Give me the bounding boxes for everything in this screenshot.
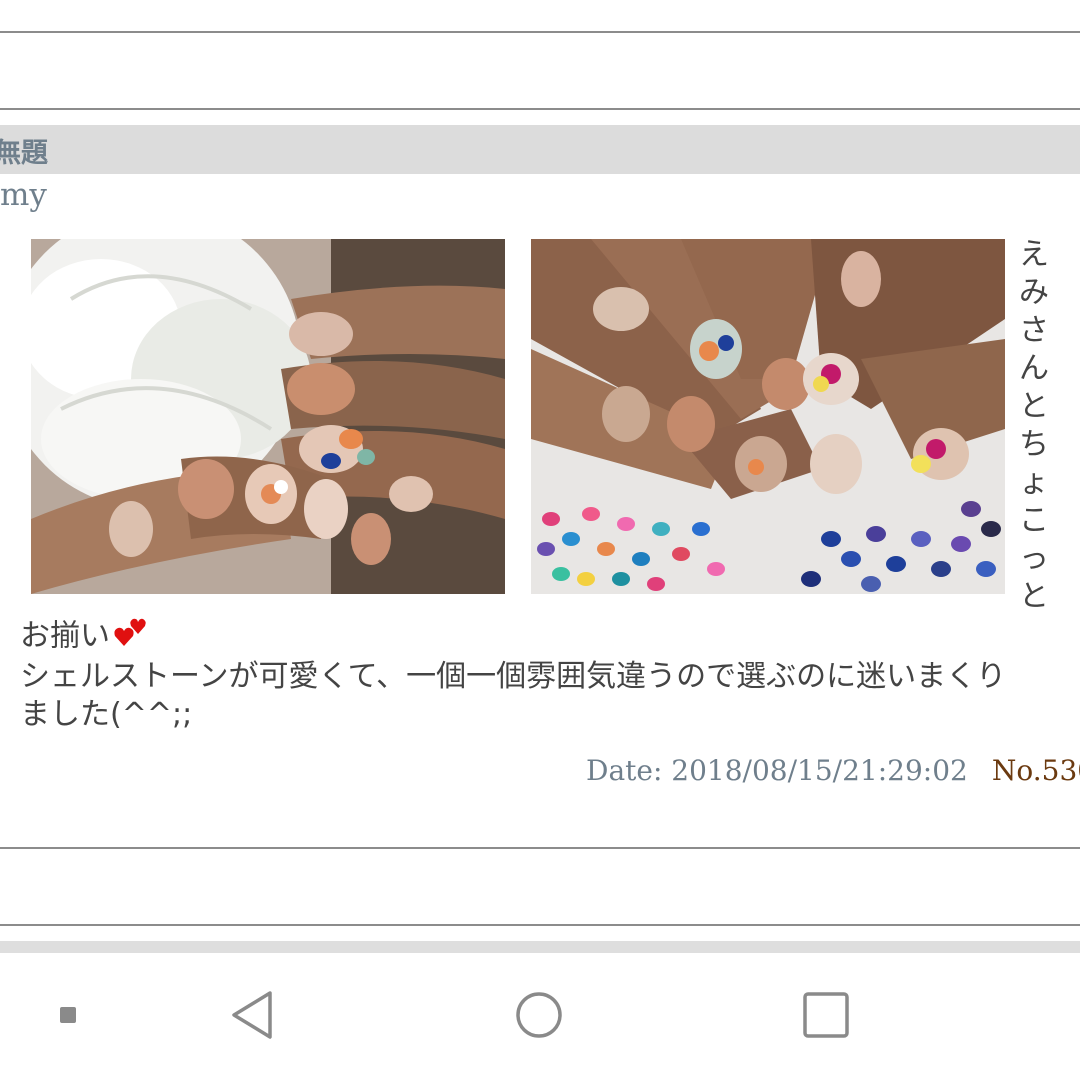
caption-char: さ bbox=[1019, 313, 1049, 348]
home-circle-icon[interactable] bbox=[509, 953, 569, 1077]
body-text-omoroi: お揃い bbox=[20, 618, 110, 654]
body-line-1: お揃い bbox=[20, 616, 1080, 658]
caption-char: ち bbox=[1019, 427, 1049, 462]
post-number-link[interactable]: No.530 bbox=[992, 754, 1080, 787]
vertical-caption: え み さ ん と ち ょ こ っ と bbox=[1010, 236, 1058, 616]
caption-char: ん bbox=[1019, 351, 1049, 386]
header-divider bbox=[0, 108, 1080, 110]
post-meta: Date: 2018/08/15/21:29:02 No.530 bbox=[586, 754, 1080, 787]
caption-char: え bbox=[1019, 237, 1049, 272]
post-title-bar: 無題 bbox=[0, 125, 1080, 174]
body-line-3: ました(^^;; bbox=[20, 697, 193, 732]
back-triangle-icon[interactable] bbox=[222, 953, 282, 1077]
nail-photo-flowers[interactable] bbox=[31, 239, 505, 594]
caption-char: と bbox=[1019, 389, 1049, 424]
footer-divider bbox=[0, 847, 1080, 849]
overview-square-icon[interactable] bbox=[796, 953, 856, 1077]
body-line-2: シェルストーンが可愛くて、一個一個雰囲気違うので選ぶのに迷いまくり bbox=[20, 659, 1007, 694]
top-divider bbox=[0, 31, 1080, 33]
post-body: お揃い シェルストーンが可愛くて、一個一個雰囲気違うので選ぶのに迷いまくり まし… bbox=[20, 616, 1080, 734]
post-title: 無題 bbox=[0, 138, 48, 169]
next-post-bar bbox=[0, 941, 1080, 953]
hearts-icon bbox=[114, 616, 148, 658]
system-nav-bar bbox=[0, 953, 1080, 1077]
caption-char: こ bbox=[1019, 503, 1049, 538]
post-date: Date: 2018/08/15/21:29:02 bbox=[586, 754, 968, 787]
caption-char: っ bbox=[1019, 541, 1049, 576]
caption-char: み bbox=[1019, 275, 1049, 310]
post-author: my bbox=[0, 177, 47, 213]
footer-divider-2 bbox=[0, 924, 1080, 926]
caption-char: と bbox=[1019, 579, 1049, 614]
nail-photo-shell-stones[interactable] bbox=[531, 239, 1005, 594]
recent-dot-icon[interactable] bbox=[48, 953, 88, 1077]
caption-char: ょ bbox=[1019, 465, 1049, 500]
